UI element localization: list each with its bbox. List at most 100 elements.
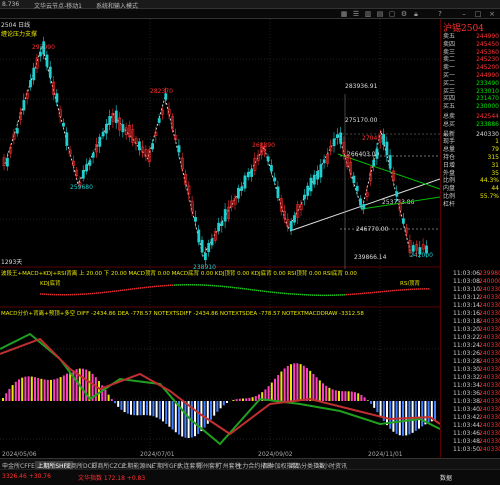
macd-bar bbox=[318, 380, 321, 401]
macd-bar bbox=[328, 387, 331, 401]
tick-price: 240330 bbox=[479, 342, 500, 349]
candle-body bbox=[91, 152, 95, 158]
lock-icon[interactable]: 🔒︎ bbox=[412, 10, 420, 18]
tick-price: 240330 bbox=[479, 438, 500, 445]
candle-body bbox=[312, 174, 316, 185]
tick-price: 240330 bbox=[479, 414, 500, 421]
indicator-dot bbox=[284, 292, 286, 295]
candle-body bbox=[210, 238, 214, 246]
macd-bar bbox=[379, 401, 382, 417]
indicator-dot bbox=[406, 288, 408, 291]
tick-time: 11:03:30 bbox=[453, 366, 480, 373]
level-label: 283936.91 bbox=[345, 83, 378, 90]
indicator-dot bbox=[342, 294, 344, 296]
candle-body bbox=[411, 245, 415, 252]
status-bar: 3326.46 +30.76 文华指数 172.18 +0.83 数据 bbox=[0, 469, 500, 485]
settings-icon[interactable]: ⚙ bbox=[400, 10, 408, 18]
macd-bar bbox=[18, 379, 20, 401]
indicator-dot bbox=[288, 292, 290, 295]
macd-bar bbox=[133, 401, 136, 416]
quote-row-label: 比例 bbox=[443, 193, 456, 200]
date-label: 2024/11/01 bbox=[368, 451, 403, 458]
indicator-dot bbox=[112, 290, 114, 293]
candle-body bbox=[32, 67, 36, 81]
indicator-dot bbox=[42, 293, 44, 295]
indicator-dot bbox=[66, 293, 68, 296]
chart-icon[interactable]: ▥ bbox=[364, 10, 372, 18]
macd-bar bbox=[389, 401, 392, 429]
indicator-dot bbox=[266, 290, 268, 293]
indicator-dot bbox=[200, 284, 202, 286]
candle-body bbox=[355, 185, 359, 192]
indicator-dot bbox=[402, 289, 404, 291]
macd-bar bbox=[392, 401, 395, 432]
indicator-dot bbox=[148, 286, 150, 288]
indicator-dot bbox=[110, 290, 112, 293]
indicator-dot bbox=[382, 290, 384, 293]
quote-panel: 沪锡2504 卖五 244990 卖四 245450 卖三 245360 卖二 245230 卖… bbox=[440, 19, 500, 268]
minimize-icon[interactable]: – bbox=[460, 10, 468, 18]
chart-canvas[interactable]: 293990 282370 283936.91 275170.00 270450… bbox=[0, 19, 440, 458]
macd-bar bbox=[418, 401, 420, 429]
candle-body bbox=[207, 243, 211, 253]
candle-body bbox=[220, 221, 224, 227]
indicator-dot bbox=[374, 291, 376, 294]
indicator-dot bbox=[202, 284, 204, 286]
indicator-dot bbox=[420, 288, 422, 290]
indicator-dot bbox=[306, 294, 308, 296]
macd-bar bbox=[274, 378, 276, 401]
macd-bar bbox=[210, 401, 212, 420]
indicator-dot bbox=[194, 284, 196, 286]
table-icon[interactable]: ▤ bbox=[376, 10, 384, 18]
tick-price: 240330 bbox=[479, 286, 500, 293]
window-icon[interactable]: ▢ bbox=[388, 10, 396, 18]
indicator-dot bbox=[394, 289, 396, 292]
candle-body bbox=[276, 186, 280, 199]
title-left: 8.736 bbox=[2, 1, 20, 8]
macd-bar bbox=[117, 401, 120, 407]
close-icon[interactable]: × bbox=[488, 10, 496, 18]
tick-time: 11:03:46 bbox=[453, 430, 480, 437]
candle-body bbox=[55, 93, 59, 103]
help-icon[interactable]: ? bbox=[436, 10, 444, 18]
quote-row: 比例 55.7% bbox=[443, 193, 499, 200]
macd-bar bbox=[226, 401, 228, 403]
quote-row: 买三 233010 bbox=[443, 88, 499, 95]
indicator-dot bbox=[390, 290, 392, 292]
indicator-dot bbox=[260, 290, 262, 292]
indicator-dot bbox=[356, 293, 358, 295]
indicator-dot bbox=[286, 292, 288, 295]
indicator-dot bbox=[324, 294, 326, 297]
candle-body bbox=[194, 217, 197, 222]
macd-bar bbox=[373, 401, 376, 408]
list-icon[interactable]: ☰ bbox=[352, 10, 360, 18]
maximize-icon[interactable]: □ bbox=[474, 10, 482, 18]
indicator-dot bbox=[62, 293, 64, 296]
mid-indicator-dots bbox=[40, 284, 430, 297]
macd-bar bbox=[331, 389, 334, 401]
candle-body bbox=[81, 170, 85, 179]
tick-time: 11:03:12 bbox=[453, 294, 480, 301]
indicator-dot bbox=[100, 291, 102, 294]
macd-bar bbox=[155, 401, 158, 418]
macd-bar bbox=[168, 401, 171, 427]
indicator-dot bbox=[40, 293, 42, 295]
macd-bar bbox=[174, 401, 177, 433]
macd-bar bbox=[315, 377, 318, 401]
indicator-dot bbox=[188, 284, 190, 286]
indicator-dot bbox=[126, 288, 128, 291]
candle-body bbox=[322, 159, 326, 164]
quote-row-value: 245200 bbox=[476, 64, 499, 72]
grid-icon[interactable]: ▦ bbox=[340, 10, 348, 18]
candle-body bbox=[309, 177, 313, 192]
indicator-dot bbox=[346, 293, 348, 296]
indicator-dot bbox=[326, 294, 328, 297]
indicator-dot bbox=[264, 290, 266, 293]
indicator-dot bbox=[248, 288, 250, 291]
macd-bar bbox=[43, 379, 46, 401]
macd-bar bbox=[347, 391, 350, 401]
indicator-dot bbox=[150, 286, 152, 288]
macd-bar bbox=[306, 368, 308, 401]
candle-body bbox=[65, 132, 69, 146]
macd-bar bbox=[158, 401, 161, 420]
